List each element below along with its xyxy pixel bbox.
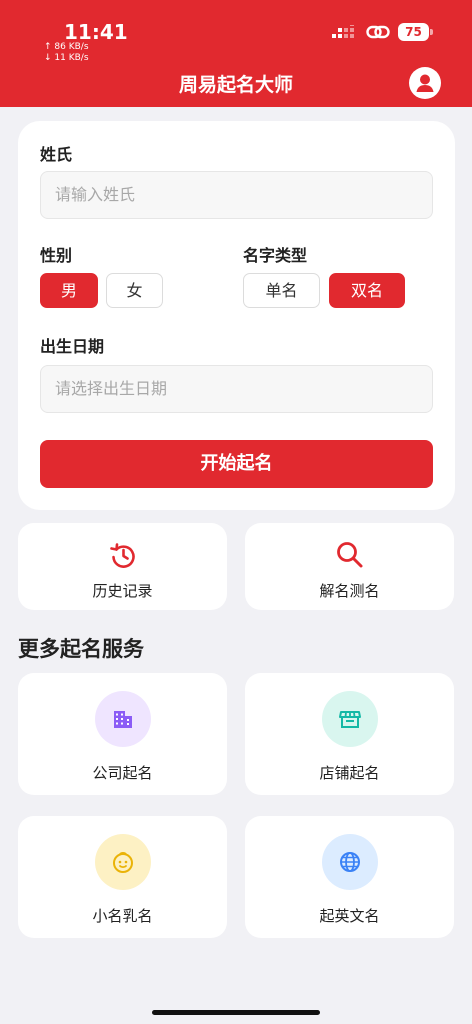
download-speed: ↓ 11 KB/s xyxy=(44,53,89,63)
upload-speed: ↑ 86 KB/s xyxy=(44,42,89,52)
english-name-label: 起英文名 xyxy=(319,907,380,925)
baby-nickname-card[interactable]: 小名乳名 xyxy=(18,816,227,938)
english-name-card[interactable]: 起英文名 xyxy=(245,816,454,938)
name-type-single-option[interactable]: 单名 xyxy=(243,273,320,308)
history-icon xyxy=(110,543,135,568)
name-analysis-label: 解名测名 xyxy=(319,582,380,600)
app-header: 11:41 ↑ 86 KB/s ↓ 11 KB/s 75 周易起名大师 xyxy=(0,0,472,107)
page-title: 周易起名大师 xyxy=(178,74,293,96)
battery-level: 75 xyxy=(398,23,429,41)
surname-label: 姓氏 xyxy=(40,145,73,164)
store-naming-card[interactable]: 店铺起名 xyxy=(245,673,454,795)
name-analysis-card[interactable]: 解名测名 xyxy=(245,523,454,610)
store-naming-label: 店铺起名 xyxy=(319,764,380,782)
more-services-title: 更多起名服务 xyxy=(18,637,144,661)
battery-icon: 75 xyxy=(398,23,434,41)
search-icon xyxy=(337,542,363,568)
user-profile-button[interactable] xyxy=(409,67,441,99)
surname-input[interactable]: 请输入姓氏 xyxy=(40,171,433,219)
home-indicator[interactable] xyxy=(152,1010,320,1015)
baby-face-icon xyxy=(113,852,133,873)
history-label: 历史记录 xyxy=(92,582,153,600)
history-card[interactable]: 历史记录 xyxy=(18,523,227,610)
building-icon xyxy=(114,711,132,728)
birth-date-label: 出生日期 xyxy=(40,337,105,356)
company-naming-label: 公司起名 xyxy=(92,764,153,782)
gender-label: 性别 xyxy=(40,246,73,265)
birth-date-input[interactable]: 请选择出生日期 xyxy=(40,365,433,413)
store-icon xyxy=(339,711,361,728)
company-naming-card[interactable]: 公司起名 xyxy=(18,673,227,795)
link-icon xyxy=(366,25,390,39)
user-icon xyxy=(416,74,434,92)
gender-female-option[interactable]: 女 xyxy=(106,273,163,308)
naming-form: 姓氏 请输入姓氏 性别 男 女 名字类型 单名 双名 出生日期 请选择出生日期 … xyxy=(18,121,455,510)
signal-icon xyxy=(332,25,354,38)
network-speed: ↑ 86 KB/s ↓ 11 KB/s xyxy=(44,42,89,64)
start-naming-button[interactable]: 开始起名 xyxy=(40,440,433,488)
status-time: 11:41 xyxy=(64,20,128,44)
gender-male-option[interactable]: 男 xyxy=(40,273,98,308)
baby-nickname-label: 小名乳名 xyxy=(92,907,153,925)
name-type-double-option[interactable]: 双名 xyxy=(329,273,405,308)
globe-icon xyxy=(340,852,360,872)
name-type-label: 名字类型 xyxy=(243,246,308,265)
